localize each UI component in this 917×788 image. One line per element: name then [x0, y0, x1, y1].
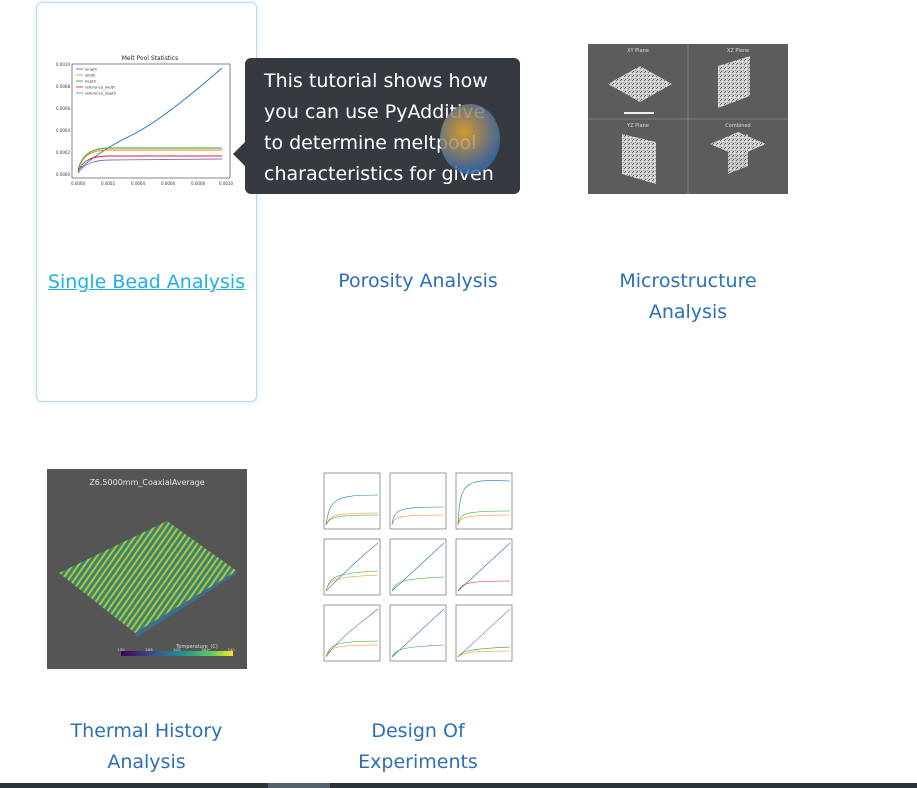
- legend-item: reference_width: [85, 84, 116, 89]
- card-title-single-bead[interactable]: Single Bead Analysis: [37, 267, 256, 298]
- colorbar-tick: 425: [173, 647, 181, 652]
- porosity-thumbnail: [440, 104, 500, 174]
- card-title-thermal-line2[interactable]: Analysis: [36, 747, 257, 778]
- legend-item: depth: [85, 78, 97, 83]
- colorbar-tick: 150: [117, 647, 125, 652]
- panel-label: Combined: [725, 123, 750, 129]
- ytick: 0.0004: [56, 128, 70, 133]
- xtick: 0.0010: [219, 181, 233, 186]
- card-porosity[interactable]: Porosity Analysis: [308, 2, 528, 402]
- panel-label: YZ Plane: [626, 123, 649, 129]
- card-title-microstructure-line2[interactable]: Analysis: [578, 297, 798, 328]
- card-design-of-experiments[interactable]: Design Of Experiments: [308, 452, 528, 782]
- panel-label: XZ Plane: [727, 48, 749, 54]
- xtick: 0.0002: [101, 181, 115, 186]
- legend-item: reference_depth: [85, 90, 117, 95]
- ytick: 0.0008: [56, 84, 70, 89]
- card-title-doe-line1[interactable]: Design Of: [308, 716, 528, 747]
- thermal-title: Z6.5000mm_CoaxialAverage: [89, 478, 204, 487]
- thumb-title: Melt Pool Statistics: [122, 55, 179, 62]
- card-microstructure[interactable]: XY Plane XZ Plane YZ Plane Combined Micr…: [578, 2, 798, 402]
- legend-item: width: [85, 72, 96, 77]
- xtick: 0.0008: [191, 181, 205, 186]
- colorbar-tick: 266: [145, 647, 153, 652]
- panel-label: XY Plane: [627, 48, 649, 54]
- ytick: 0.0006: [56, 106, 70, 111]
- footer-bar: [0, 783, 917, 788]
- colorbar-tick: 582: [201, 647, 209, 652]
- design-of-experiments-thumbnail: [318, 469, 518, 669]
- footer-bar-highlight: [268, 783, 330, 788]
- thermal-history-thumbnail: Z6.5000mm_CoaxialAverage Temperature_(C)…: [47, 469, 247, 669]
- ytick: 0.0000: [56, 172, 70, 177]
- tooltip-arrow: [233, 142, 245, 166]
- xtick: 0.0004: [131, 181, 145, 186]
- legend-item: length: [85, 66, 98, 71]
- single-bead-thumbnail: Melt Pool Statistics 0.0010 0.0008 0.000…: [50, 52, 250, 192]
- microstructure-thumbnail: XY Plane XZ Plane YZ Plane Combined: [588, 44, 788, 194]
- xtick: 0.0006: [161, 181, 175, 186]
- ytick: 0.0010: [56, 62, 70, 67]
- xtick: 0.0000: [71, 181, 85, 186]
- card-title-thermal-line1[interactable]: Thermal History: [36, 716, 257, 747]
- card-title-doe-line2[interactable]: Experiments: [308, 747, 528, 778]
- colorbar-label: Temperature_(C): [175, 644, 218, 650]
- card-title-microstructure-line1[interactable]: Microstructure: [578, 266, 798, 297]
- card-thermal-history[interactable]: Z6.5000mm_CoaxialAverage Temperature_(C)…: [36, 452, 257, 782]
- colorbar-tick: 740: [227, 647, 235, 652]
- card-title-porosity[interactable]: Porosity Analysis: [308, 266, 528, 297]
- ytick: 0.0002: [56, 150, 70, 155]
- card-single-bead[interactable]: Melt Pool Statistics 0.0010 0.0008 0.000…: [36, 2, 257, 402]
